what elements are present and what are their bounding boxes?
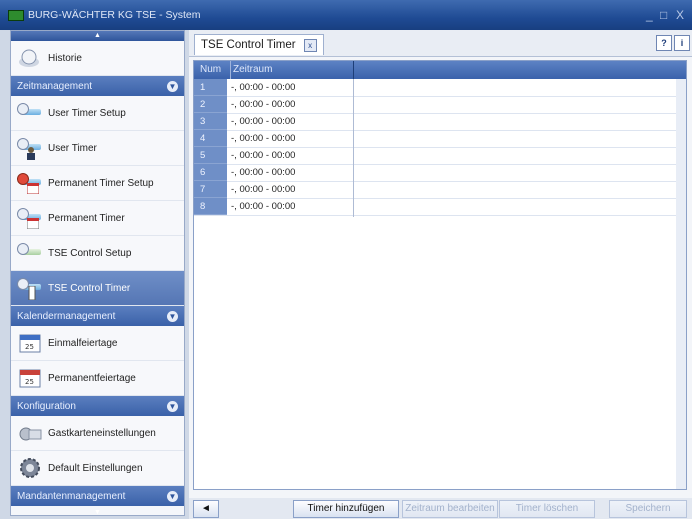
section-header-konfiguration[interactable]: Konfiguration ▼ [11,396,184,416]
delete-timer-button[interactable]: Timer löschen [499,500,595,518]
sidebar-item-user-timer-setup[interactable]: User Timer Setup [11,96,184,131]
sidebar-item-default-einstellungen[interactable]: Default Einstellungen [11,451,184,486]
calendar-icon: 25 [17,366,43,390]
chevron-down-icon: ▼ [167,400,178,412]
row-zeitraum: -, 00:00 - 00:00 [231,184,296,195]
section-title: Kalendermanagement [17,310,116,322]
sidebar-item-label: Default Einstellungen [48,462,143,474]
title-bar: BURG-WÄCHTER KG TSE - System _ □ X [0,0,692,30]
sidebar-item-label: Permanent Timer Setup [48,177,154,189]
row-zeitraum: -, 00:00 - 00:00 [231,133,296,144]
row-number: 6 [194,164,227,181]
main-panel: TSE Control Timer x ? i Num Zeitraum 1 -,… [189,30,692,519]
chevron-down-icon: ▼ [167,310,178,322]
table-row[interactable]: 8 -, 00:00 - 00:00 [194,198,686,216]
row-number: 5 [194,147,227,164]
row-zeitraum: -, 00:00 - 00:00 [231,201,296,212]
row-zeitraum: -, 00:00 - 00:00 [231,150,296,161]
sidebar-scroll-up-button[interactable]: ▲ [11,31,184,41]
help-button[interactable]: ? [656,35,672,51]
section-header-mandantenmanagement[interactable]: Mandantenmanagement ▼ [11,486,184,506]
table-row[interactable]: 5 -, 00:00 - 00:00 [194,147,686,165]
chevron-down-icon: ▼ [167,490,178,502]
row-number: 3 [194,113,227,130]
permanent-timer-icon [17,206,43,230]
tse-control-setup-icon [17,241,43,265]
calendar-icon: 25 [17,331,43,355]
guest-card-icon [17,421,43,445]
sidebar-item-historie[interactable]: Historie [11,41,184,76]
sidebar: ▲ Historie Zeitmanagement ▼ User Timer S… [10,30,185,516]
tab-label: TSE Control Timer [201,39,296,51]
row-number: 4 [194,130,227,147]
tab-tse-control-timer[interactable]: TSE Control Timer x [194,34,324,55]
bottom-toolbar: ◄ Timer hinzufügen Zeitraum bearbeiten T… [189,498,692,519]
tab-bar: TSE Control Timer x ? i [189,30,692,57]
sidebar-item-label: Historie [48,52,82,64]
section-header-zeitmanagement[interactable]: Zeitmanagement ▼ [11,76,184,96]
section-header-kalendermanagement[interactable]: Kalendermanagement ▼ [11,306,184,326]
section-title: Mandantenmanagement [17,490,126,502]
settings-gear-icon [17,456,43,480]
sidebar-item-label: User Timer [48,142,97,154]
table-row[interactable]: 4 -, 00:00 - 00:00 [194,130,686,148]
section-title: Konfiguration [17,400,76,412]
sidebar-item-label: Permanentfeiertage [48,372,136,384]
column-header-num[interactable]: Num [200,64,221,75]
vertical-scrollbar[interactable] [676,79,686,489]
sidebar-item-label: Permanent Timer [48,212,125,224]
close-button[interactable]: X [676,8,684,22]
sidebar-item-label: User Timer Setup [48,107,126,119]
app-logo-icon [8,10,24,21]
row-number: 8 [194,198,227,215]
sidebar-item-label: TSE Control Setup [48,247,132,259]
sidebar-item-gastkarteneinstellungen[interactable]: Gastkarteneinstellungen [11,416,184,451]
minimize-button[interactable]: _ [646,8,653,22]
window-title: BURG-WÄCHTER KG TSE - System [28,9,201,21]
edit-period-button[interactable]: Zeitraum bearbeiten [402,500,498,518]
section-title: Zeitmanagement [17,80,93,92]
maximize-button[interactable]: □ [660,8,667,22]
table-row[interactable]: 1 -, 00:00 - 00:00 [194,79,686,97]
row-zeitraum: -, 00:00 - 00:00 [231,99,296,110]
tse-control-timer-icon [17,276,43,300]
sidebar-item-tse-control-timer[interactable]: TSE Control Timer [11,271,184,306]
row-number: 1 [194,79,227,96]
row-number: 2 [194,96,227,113]
sidebar-item-einmalfeiertage[interactable]: 25 Einmalfeiertage [11,326,184,361]
row-zeitraum: -, 00:00 - 00:00 [231,167,296,178]
close-tab-icon[interactable]: x [303,38,317,52]
row-number: 7 [194,181,227,198]
svg-text:25: 25 [25,343,34,351]
add-timer-button[interactable]: Timer hinzufügen [293,500,399,518]
row-zeitraum: -, 00:00 - 00:00 [231,82,296,93]
sidebar-item-tse-control-setup[interactable]: TSE Control Setup [11,236,184,271]
sidebar-item-permanent-timer[interactable]: Permanent Timer [11,201,184,236]
back-button[interactable]: ◄ [193,500,219,518]
sidebar-item-label: Gastkarteneinstellungen [48,427,156,439]
table-row[interactable]: 3 -, 00:00 - 00:00 [194,113,686,131]
table-row[interactable]: 2 -, 00:00 - 00:00 [194,96,686,114]
user-timer-setup-icon [17,101,43,125]
history-icon [17,46,43,70]
save-button[interactable]: Speichern [609,500,687,518]
grid-header: Num Zeitraum [194,61,686,79]
permanent-timer-setup-icon [17,171,43,195]
timer-grid: Num Zeitraum 1 -, 00:00 - 00:00 2 -, 00:00 … [193,60,687,490]
table-row[interactable]: 6 -, 00:00 - 00:00 [194,164,686,182]
sidebar-scroll-down-button[interactable]: ▼ [11,509,184,517]
table-row[interactable]: 7 -, 00:00 - 00:00 [194,181,686,199]
info-button[interactable]: i [674,35,690,51]
sidebar-item-permanent-timer-setup[interactable]: Permanent Timer Setup [11,166,184,201]
svg-text:25: 25 [25,378,34,386]
chevron-down-icon: ▼ [167,80,178,92]
sidebar-item-label: Einmalfeiertage [48,337,118,349]
sidebar-item-label: TSE Control Timer [48,282,131,294]
row-zeitraum: -, 00:00 - 00:00 [231,116,296,127]
sidebar-item-permanentfeiertage[interactable]: 25 Permanentfeiertage [11,361,184,396]
sidebar-item-user-timer[interactable]: User Timer [11,131,184,166]
user-timer-icon [17,136,43,160]
column-header-zeitraum[interactable]: Zeitraum [233,64,272,75]
